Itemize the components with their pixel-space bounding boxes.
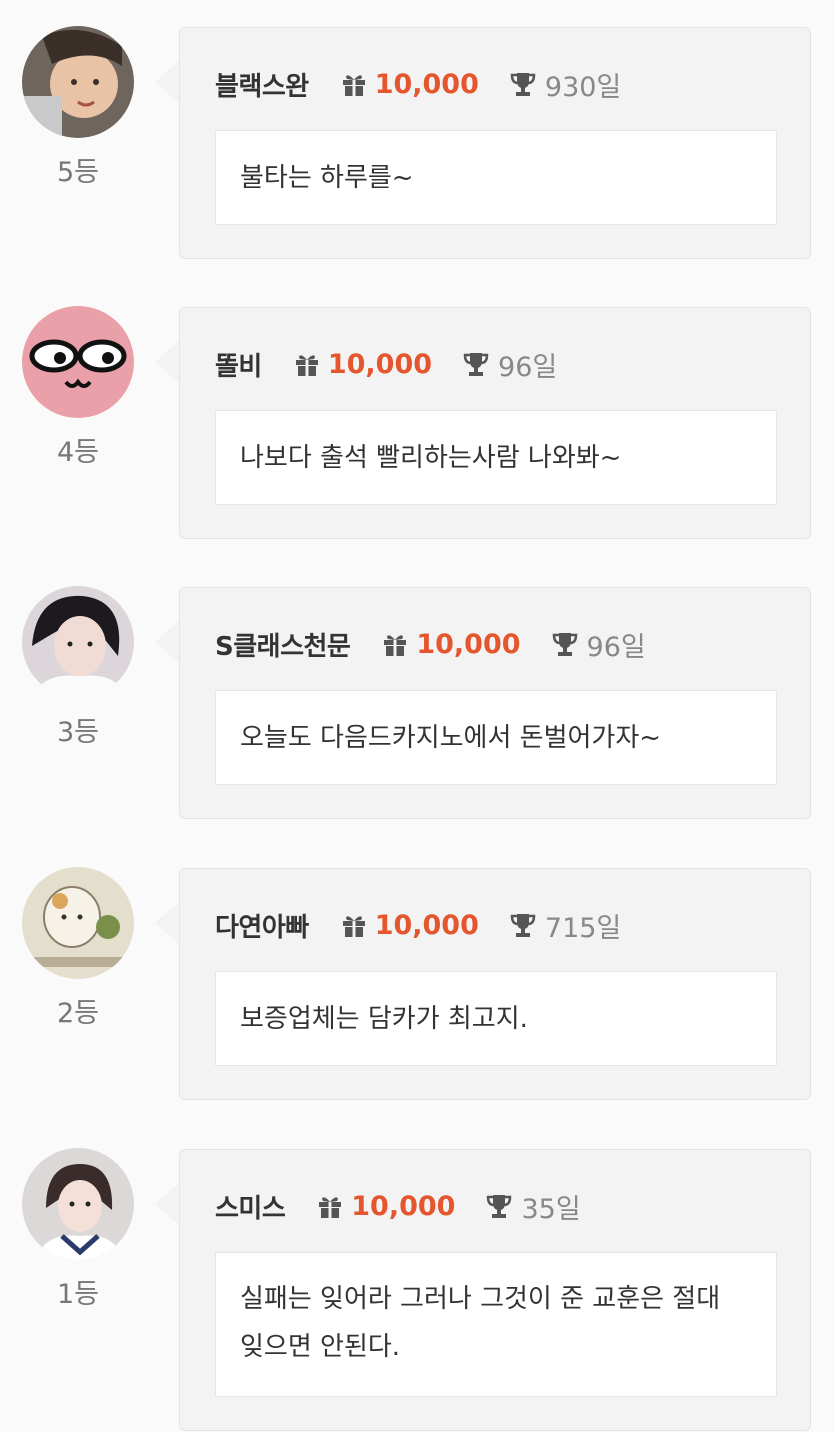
message-text: 나보다 출석 빨리하는사람 나와봐~	[240, 442, 622, 473]
trophy-icon	[509, 70, 537, 98]
comment-card: S클래스천문 10,000 96일 오늘도 다음드카지노에서 돈벌어가자~	[179, 587, 811, 819]
comment-header: 스미스 10,000 35일	[215, 1187, 581, 1225]
gift-icon	[317, 1193, 343, 1219]
comment-header: 다연아빠 10,000 715일	[215, 906, 621, 944]
gift-icon	[382, 631, 408, 657]
avatar[interactable]	[22, 1148, 134, 1260]
rank-label: 5등	[56, 157, 100, 188]
message-text: 오늘도 다음드카지노에서 돈벌어가자~	[240, 722, 662, 753]
message-text: 보증업체는 담카가 최고지.	[240, 1003, 528, 1034]
username[interactable]: 다연아빠	[215, 907, 309, 944]
ranking-entry: 4등 똘비 10,000 96일 나보다 출석 빨리하는사람 나와봐~	[0, 280, 835, 560]
avatar[interactable]	[22, 26, 134, 138]
point-amount: 10,000	[374, 909, 479, 941]
point-amount: 10,000	[374, 68, 479, 100]
rank-label: 3등	[56, 717, 100, 748]
rank-label: 4등	[56, 437, 100, 468]
avatar[interactable]	[22, 586, 134, 698]
message-box: 실패는 잊어라 그러나 그것이 준 교훈은 절대 잊으면 안된다.	[215, 1252, 777, 1397]
comment-header: S클래스천문 10,000 96일	[215, 625, 646, 663]
avatar[interactable]	[22, 867, 134, 979]
comment-header: 블랙스완 10,000 930일	[215, 65, 621, 103]
comment-header: 똘비 10,000 96일	[215, 345, 557, 383]
bubble-pointer	[155, 340, 180, 384]
username[interactable]: 블랙스완	[215, 66, 309, 103]
message-box: 오늘도 다음드카지노에서 돈벌어가자~	[215, 690, 777, 785]
username[interactable]: S클래스천문	[215, 626, 351, 663]
ranking-entry: 1등 스미스 10,000 35일 실패는 잊어라 그러나 그것이 준 교훈은 …	[0, 1122, 835, 1432]
bubble-pointer	[155, 1182, 180, 1226]
bubble-pointer	[155, 901, 180, 945]
bubble-pointer	[155, 620, 180, 664]
rank-label: 2등	[56, 998, 100, 1029]
username[interactable]: 스미스	[215, 1188, 286, 1225]
point-amount: 10,000	[416, 628, 521, 660]
trophy-icon	[462, 350, 490, 378]
trophy-icon	[551, 630, 579, 658]
comment-card: 스미스 10,000 35일 실패는 잊어라 그러나 그것이 준 교훈은 절대 …	[179, 1149, 811, 1431]
comment-card: 블랙스완 10,000 930일 불타는 하루를~	[179, 27, 811, 259]
message-box: 보증업체는 담카가 최고지.	[215, 971, 777, 1066]
attendance-days: 96일	[498, 351, 558, 383]
point-amount: 10,000	[327, 348, 433, 380]
avatar[interactable]	[22, 306, 134, 418]
point-amount: 10,000	[351, 1190, 456, 1222]
username[interactable]: 똘비	[215, 346, 262, 383]
bubble-pointer	[155, 60, 180, 104]
trophy-icon	[485, 1192, 513, 1220]
trophy-icon	[509, 911, 537, 939]
ranking-entry: 5등 블랙스완 10,000 930일 불타는 하루를~	[0, 0, 835, 280]
gift-icon	[294, 351, 320, 377]
comment-card: 다연아빠 10,000 715일 보증업체는 담카가 최고지.	[179, 868, 811, 1100]
gift-icon	[341, 912, 367, 938]
message-text: 불타는 하루를~	[240, 162, 414, 193]
attendance-days: 35일	[521, 1193, 581, 1225]
gift-icon	[341, 71, 367, 97]
rank-label: 1등	[56, 1279, 100, 1310]
attendance-days: 930일	[544, 71, 622, 103]
comment-card: 똘비 10,000 96일 나보다 출석 빨리하는사람 나와봐~	[179, 307, 811, 539]
ranking-entry: 2등 다연아빠 10,000 715일 보증업체는 담카가 최고지.	[0, 841, 835, 1121]
attendance-days: 715일	[544, 912, 622, 944]
message-box: 불타는 하루를~	[215, 130, 777, 225]
message-text: 실패는 잊어라 그러나 그것이 준 교훈은 절대 잊으면 안된다.	[240, 1284, 721, 1362]
message-box: 나보다 출석 빨리하는사람 나와봐~	[215, 410, 777, 505]
attendance-days: 96일	[586, 631, 646, 663]
ranking-entry: 3등 S클래스천문 10,000 96일 오늘도 다음드카지노에서 돈벌어가자~	[0, 560, 835, 840]
